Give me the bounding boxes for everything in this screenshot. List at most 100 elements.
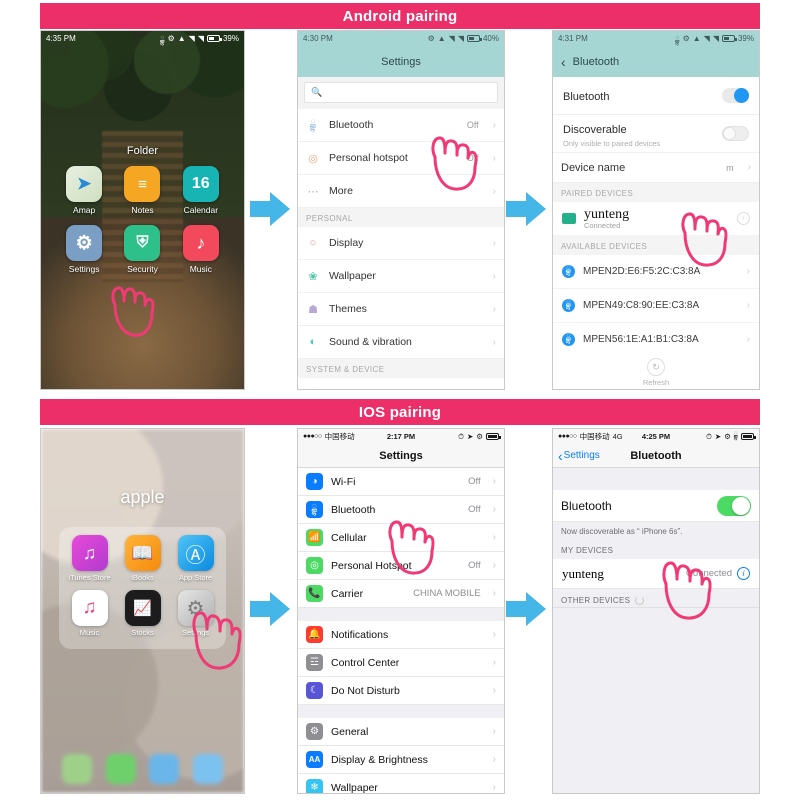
app-security[interactable]: ⛨ Security (113, 225, 171, 274)
settings-row-sound-vibration[interactable]: ◐ Sound & vibration › (298, 326, 504, 359)
signal-icon-1: ◥ (703, 33, 710, 43)
refresh-button[interactable]: ↻ Refresh (553, 355, 759, 387)
app-app-store[interactable]: Ⓐ App Store (169, 535, 222, 582)
app-settings[interactable]: ⚙ Settings (169, 590, 222, 637)
settings-row-do-not-disturb[interactable]: ☾ Do Not Disturb › (298, 677, 504, 705)
chevron-right-icon: › (492, 185, 496, 197)
settings-row-lock-screen[interactable]: 🔒 Lock screen & password › (298, 378, 504, 390)
app-label: Music (189, 264, 212, 274)
chevron-right-icon: › (746, 266, 750, 277)
itunes-store-icon: ♫ (71, 535, 108, 571)
ios-folder: ♫ iTunes Store 📖 iBooks Ⓐ App Store ♫ Mu… (59, 527, 226, 649)
settings-row-display[interactable]: ○ Display › (298, 227, 504, 260)
app-stocks[interactable]: 📈 Stocks (116, 590, 169, 637)
info-icon[interactable]: i (737, 567, 750, 580)
paired-device-yunteng[interactable]: yunteng Connected i (553, 559, 759, 589)
settings-row-bluetooth[interactable]: ྦྷ Bluetooth Off › (298, 496, 504, 524)
settings-row-personal-hotspot[interactable]: ◎ Personal Hotspot Off › (298, 552, 504, 580)
refresh-label: Refresh (642, 378, 670, 387)
group-separator (298, 608, 504, 621)
device-mac: MPEN56:1E:A1:B1:C3:8A (583, 334, 699, 345)
dock-icon-3[interactable] (149, 754, 180, 784)
more-icon: ⋯ (307, 185, 319, 198)
bluetooth-toggle-switch[interactable] (717, 495, 751, 516)
app-notes[interactable]: ≡ Notes (113, 166, 171, 215)
settings-row-general[interactable]: ⚙ General › (298, 718, 504, 746)
bluetooth-icon: ྦྷ (675, 33, 680, 43)
row-value: Off (466, 120, 479, 130)
available-device-row[interactable]: ྦྷ MPEN49:C8:90:EE:C3:8A › (553, 289, 759, 323)
row-value: Off (468, 504, 481, 515)
bluetooth-icon: ྦྷ (733, 429, 738, 438)
dock-icon-2[interactable] (105, 754, 136, 784)
chevron-right-icon: › (746, 334, 750, 345)
search-input[interactable]: 🔍 (304, 82, 498, 103)
row-label: Do Not Disturb (331, 684, 400, 697)
chevron-right-icon: › (492, 303, 496, 315)
ios-section-title: IOS pairing (358, 403, 442, 421)
notifications-icon: 🔔 (306, 626, 323, 643)
row-value: m (726, 162, 734, 173)
bluetooth-toggle-switch[interactable] (722, 88, 749, 103)
chevron-right-icon: › (492, 504, 496, 515)
ibooks-icon: 📖 (124, 535, 161, 571)
settings-row-personal-hotspot[interactable]: ◎ Personal hotspot Off › (298, 142, 504, 175)
settings-row-cellular[interactable]: 📶 Cellular › (298, 524, 504, 552)
dock-icon-4[interactable] (193, 754, 224, 784)
wallpaper-icon: ❀ (308, 270, 318, 283)
android-bluetooth-screen: 4:31 PM ྦྷ ⚙ ▲ ◥ ◥ 39% ‹ Bluetooth Blueto… (552, 30, 760, 390)
app-settings[interactable]: ⚙ Settings (55, 225, 113, 274)
row-label: Wi-Fi (331, 475, 356, 488)
app-itunes-store[interactable]: ♫ iTunes Store (63, 535, 116, 582)
row-label: Notifications (331, 628, 389, 641)
app-ibooks[interactable]: 📖 iBooks (116, 535, 169, 582)
wifi-icon: ▲ (692, 33, 701, 43)
paired-device-yunteng[interactable]: yunteng Connected › (553, 202, 759, 236)
toggle-label: Bluetooth (561, 498, 612, 513)
ios-settings-group-3: ⚙ General › AA Display & Brightness › ❄ … (298, 718, 504, 793)
ios-bluetooth-screen: ●●●○○ 中国移动 4G 4:25 PM ⏱ ➤ ⚙ ྦྷ ‹ Settings… (552, 428, 760, 794)
discoverable-toggle-switch[interactable] (722, 126, 749, 141)
notes-icon: ≡ (124, 166, 161, 202)
app-amap[interactable]: ➤ Amap (55, 166, 113, 215)
settings-row-themes[interactable]: ☗ Themes › (298, 293, 504, 326)
section-header-paired: PAIRED DEVICES (553, 183, 759, 202)
location-icon: ➤ (466, 432, 474, 441)
back-button[interactable]: ‹ Settings (558, 448, 600, 464)
row-label: General (331, 725, 369, 738)
back-chevron-icon[interactable]: ‹ (561, 54, 566, 70)
settings-row-control-center[interactable]: ☲ Control Center › (298, 649, 504, 677)
dock-icon-1[interactable] (61, 754, 92, 784)
app-music[interactable]: ♫ Music (63, 590, 116, 637)
device-mac: MPEN49:C8:90:EE:C3:8A (583, 300, 700, 311)
device-settings-icon[interactable]: › (737, 212, 750, 225)
music-note-icon: ♪ (182, 225, 219, 261)
moon-icon: ☾ (306, 682, 323, 699)
device-name-row[interactable]: Device name m › (553, 153, 759, 183)
settings-row-carrier[interactable]: 📞 Carrier CHINA MOBILE › (298, 580, 504, 608)
app-calendar[interactable]: 16 Calendar (172, 166, 230, 215)
discoverable-toggle-row[interactable]: Discoverable Only visible to paired devi… (553, 115, 759, 153)
available-device-row[interactable]: ྦྷ MPEN56:1E:A1:B1:C3:8A › (553, 323, 759, 357)
lock-icon: 🔒 (306, 388, 320, 390)
settings-row-wifi[interactable]: ◑ Wi-Fi Off › (298, 468, 504, 496)
gear-icon: ⚙ (66, 225, 103, 261)
settings-row-display-brightness[interactable]: AA Display & Brightness › (298, 746, 504, 774)
available-device-row[interactable]: ྦྷ MPEN2D:E6:F5:2C:C3:8A › (553, 255, 759, 289)
location-icon: ➤ (714, 432, 722, 441)
battery-icon (206, 35, 222, 42)
settings-row-notifications[interactable]: 🔔 Notifications › (298, 621, 504, 649)
discoverable-note: Now discoverable as “ iPhone 6s”. (553, 522, 759, 539)
bluetooth-toggle-row[interactable]: Bluetooth (553, 77, 759, 115)
settings-row-wallpaper[interactable]: ❀ Wallpaper › (298, 260, 504, 293)
ios-bluetooth-status-bar: ●●●○○ 中国移动 4G 4:25 PM ⏱ ➤ ⚙ ྦྷ (553, 429, 759, 444)
bluetooth-toggle-row[interactable]: Bluetooth (553, 490, 759, 522)
search-bar-container: 🔍 (298, 77, 504, 109)
battery-icon (721, 35, 737, 42)
settings-row-wallpaper[interactable]: ❄ Wallpaper › (298, 774, 504, 793)
status-time: 4:30 PM (303, 34, 333, 43)
settings-row-more[interactable]: ⋯ More › (298, 175, 504, 208)
app-music[interactable]: ♪ Music (172, 225, 230, 274)
settings-row-bluetooth[interactable]: ྦྷ Bluetooth Off › (298, 109, 504, 142)
ios-section-banner: IOS pairing (40, 399, 760, 425)
